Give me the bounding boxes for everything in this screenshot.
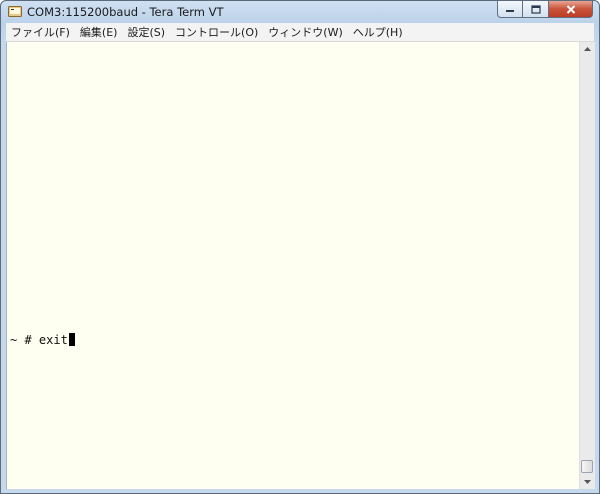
tera-term-app-icon[interactable] — [8, 5, 22, 18]
scroll-down-button[interactable] — [580, 475, 595, 489]
scroll-up-button[interactable] — [580, 42, 595, 56]
title-bar[interactable]: COM3:115200baud - Tera Term VT — [1, 1, 599, 23]
close-button[interactable] — [549, 1, 593, 18]
terminal-area[interactable]: ~ # exit — [6, 42, 579, 489]
window-title: COM3:115200baud - Tera Term VT — [27, 5, 224, 19]
vertical-scrollbar[interactable] — [579, 42, 595, 489]
scrollbar-thumb[interactable] — [581, 460, 593, 473]
minimize-button[interactable] — [497, 1, 523, 18]
close-icon — [566, 4, 575, 14]
terminal-line: ~ # exit — [10, 333, 75, 347]
menu-help[interactable]: ヘルプ(H) — [348, 24, 408, 40]
window-bottom-border — [6, 489, 595, 493]
scroll-up-arrow-icon — [584, 47, 591, 51]
maximize-button[interactable] — [523, 1, 549, 18]
tera-term-window: COM3:115200baud - Tera Term VT ファイル(F) 編… — [0, 0, 600, 494]
terminal-line-text: ~ # exit — [10, 333, 68, 347]
menu-control[interactable]: コントロール(O) — [170, 24, 263, 40]
scroll-down-arrow-icon — [584, 480, 591, 484]
maximize-icon — [530, 4, 541, 14]
menu-edit[interactable]: 編集(E) — [75, 24, 123, 40]
terminal-cursor — [68, 333, 75, 346]
menu-bar: ファイル(F) 編集(E) 設定(S) コントロール(O) ウィンドウ(W) ヘ… — [6, 23, 594, 42]
minimize-icon — [506, 10, 514, 12]
window-controls — [497, 1, 593, 19]
menu-window[interactable]: ウィンドウ(W) — [263, 24, 347, 40]
menu-file[interactable]: ファイル(F) — [6, 24, 75, 40]
menu-setup[interactable]: 設定(S) — [122, 24, 170, 40]
